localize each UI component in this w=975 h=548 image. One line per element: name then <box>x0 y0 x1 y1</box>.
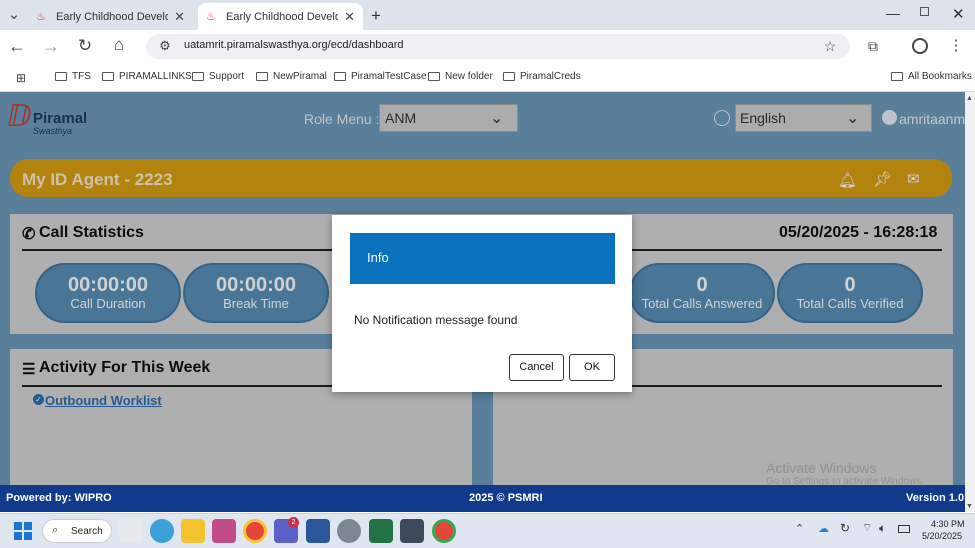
info-dialog: Info No Notification message found Cance… <box>332 215 632 392</box>
new-tab-button[interactable]: + <box>371 6 381 26</box>
ok-button[interactable]: OK <box>569 354 615 381</box>
tab-title: Early Childhood Developme <box>226 10 339 23</box>
url-text[interactable]: uatamrit.piramalswasthya.org/ecd/dashboa… <box>184 39 404 51</box>
close-tab-icon[interactable]: ✕ <box>344 9 355 25</box>
close-window-icon[interactable]: ✕ <box>952 5 965 23</box>
version: Version 1.0 <box>906 492 965 504</box>
folder-icon <box>503 72 515 81</box>
all-bookmarks[interactable]: All Bookmarks <box>891 71 972 82</box>
search-label: Search <box>71 526 103 537</box>
tray-chevron-up-icon[interactable]: ⌃ <box>795 522 804 535</box>
chrome-icon[interactable] <box>243 519 267 543</box>
app-footer: Powered by: WIPRO 2025 © PSMRI Version 1… <box>0 485 965 512</box>
remote-desktop-icon[interactable] <box>400 519 424 543</box>
cancel-button[interactable]: Cancel <box>509 354 564 381</box>
forward-icon[interactable]: → <box>42 37 60 55</box>
bookmark-new-folder[interactable]: New folder <box>428 71 493 82</box>
folder-icon <box>55 72 67 81</box>
restore-window-icon[interactable] <box>920 7 929 16</box>
settings-gear-icon[interactable] <box>337 519 361 543</box>
bookmark-piramallinks[interactable]: PIRAMALLINKS <box>102 71 192 82</box>
scroll-down-icon[interactable]: ▼ <box>966 503 973 510</box>
windows-start-icon[interactable] <box>14 522 32 540</box>
page-scrollbar[interactable] <box>965 92 975 512</box>
dialog-title: Info <box>367 250 389 265</box>
word-icon[interactable] <box>306 519 330 543</box>
edge-browser-icon[interactable] <box>150 519 174 543</box>
apps-grid-icon[interactable]: ⊞ <box>12 70 30 86</box>
clock-time[interactable]: 4:30 PM <box>931 519 965 529</box>
folder-icon <box>334 72 346 81</box>
back-icon[interactable]: ← <box>8 37 26 55</box>
task-view-icon[interactable] <box>119 519 143 543</box>
folder-icon <box>256 72 268 81</box>
volume-icon[interactable]: 🔈︎ <box>879 521 886 536</box>
excel-icon[interactable] <box>369 519 393 543</box>
dialog-message: No Notification message found <box>354 313 518 327</box>
file-explorer-icon[interactable] <box>181 519 205 543</box>
bookmark-support[interactable]: Support <box>192 71 244 82</box>
extensions-icon[interactable]: ⧉ <box>864 38 882 54</box>
search-icon: ⌕ <box>52 524 59 536</box>
copyright: 2025 © PSMRI <box>469 492 543 504</box>
scroll-up-icon[interactable]: ▲ <box>966 95 973 102</box>
site-info-icon[interactable]: ⚙ <box>156 38 174 54</box>
bookmark-piramalcreds[interactable]: PiramalCreds <box>503 71 581 82</box>
browser-tab-2[interactable]: ♨ Early Childhood Developme ✕ <box>198 3 363 30</box>
taskbar-search[interactable]: ⌕ Search <box>42 519 112 543</box>
menu-kebab-icon[interactable]: ⋮ <box>947 38 965 54</box>
folder-icon <box>102 72 114 81</box>
tab-search-dropdown-icon[interactable]: ⌄ <box>5 7 23 23</box>
reload-icon[interactable]: ↻ <box>76 37 94 54</box>
powered-by: Powered by: WIPRO <box>6 492 112 504</box>
minimize-window-icon[interactable]: — <box>886 5 900 21</box>
home-icon[interactable]: ⌂ <box>110 36 128 53</box>
bookmark-tfs[interactable]: TFS <box>55 71 91 82</box>
app-pdf-icon[interactable] <box>212 519 236 543</box>
clock-date[interactable]: 5/20/2025 <box>922 531 962 541</box>
tab-title: Early Childhood Developme <box>56 10 169 23</box>
battery-icon[interactable] <box>898 525 910 533</box>
bookmark-piramaltestcase[interactable]: PiramalTestCase <box>334 71 427 82</box>
folder-icon <box>192 72 204 81</box>
chrome-icon[interactable] <box>432 519 456 543</box>
browser-tab-1[interactable]: ♨ Early Childhood Developme ✕ <box>28 3 193 30</box>
sync-icon[interactable]: ↻ <box>840 521 850 535</box>
bookmark-newpiramal[interactable]: NewPiramal <box>256 71 327 82</box>
profile-icon[interactable] <box>912 38 928 54</box>
wifi-icon[interactable]: ⌔ <box>862 521 872 535</box>
piramal-favicon-icon: ♨ <box>206 10 216 23</box>
folder-icon <box>891 72 903 81</box>
onedrive-icon[interactable]: ☁ <box>818 522 829 535</box>
folder-icon <box>428 72 440 81</box>
close-tab-icon[interactable]: ✕ <box>174 9 185 25</box>
bookmark-star-icon[interactable]: ☆ <box>821 38 839 54</box>
notification-badge: 2 <box>288 517 299 528</box>
piramal-favicon-icon: ♨ <box>36 10 46 23</box>
dialog-header: Info <box>350 233 615 284</box>
